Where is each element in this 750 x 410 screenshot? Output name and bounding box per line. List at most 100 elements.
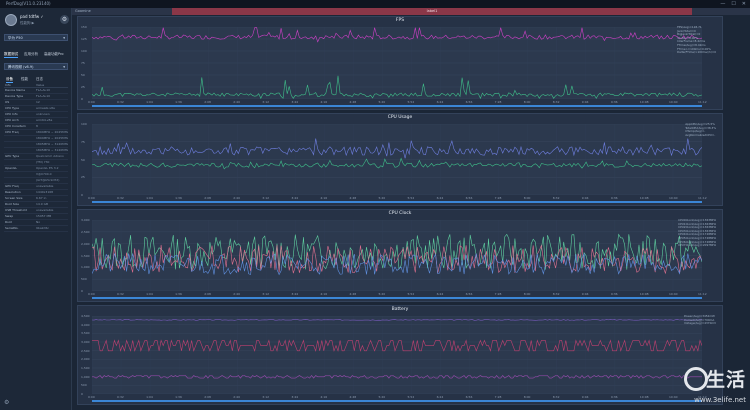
x-tick-label: 10:08 [639,196,649,200]
clock-series-line-b [91,233,703,270]
x-tick-label: 10:40 [668,196,678,200]
y-tick-label: 150 [81,25,87,29]
x-tick-label: 5:52 [407,196,415,200]
x-tick-label: 1:04 [146,292,153,296]
y-tick-label: 500 [81,383,87,388]
x-tick-label: 5:52 [407,292,415,296]
x-tick-label: 6:24 [436,395,444,399]
info-key: Resolution [5,190,21,194]
x-tick-label: 1:36 [175,196,182,200]
plot-area[interactable] [91,219,703,292]
tab-app-analysis[interactable]: 应用分析 [24,52,38,58]
x-tick-label: 2:40 [233,196,240,200]
chart-title: CPU Clock [388,211,412,216]
window-titlebar: PerfDog(V11.0.23140) — ☐ ✕ [0,0,750,8]
x-tick-label: 9:04 [581,196,589,200]
chart-panel-1: CPU Usage 100 75 50 25 0 0:00 0:32 1:04 1:36 2:08 2… [77,113,723,206]
info-value: 1805MHz ~ 3140MHz [36,148,68,152]
x-tick-label: 0:32 [117,196,124,200]
info-value: 8 [36,124,38,128]
info-value: unknown [36,112,50,116]
plot-area[interactable] [91,123,703,196]
timeline-scrollbar[interactable] [92,105,702,107]
x-tick-label: 2:40 [233,292,240,296]
y-tick-label: 0 [81,392,83,396]
x-tick-label: 10:40 [668,395,678,399]
total-cpu-series-line [91,138,703,159]
device-info-table: Info Value Device Name FLA-AL10 Device Typ… [4,83,68,232]
x-tick-label: 1:36 [175,395,182,399]
info-key: CPU Coreitem [5,124,26,128]
voltage-series-line [91,319,703,321]
x-tick-label: 8:00 [523,395,531,399]
x-tick-label: 2:40 [233,395,240,399]
info-value: 6.67 in [36,196,47,200]
gear-icon[interactable]: ⚙ [60,15,69,24]
timeline-bar: Goamine label1 [72,8,750,15]
x-tick-label: 4:48 [349,196,357,200]
info-value: FLA-AL10 [36,94,51,98]
fps-series-line [91,27,703,43]
timeline-scrollbar[interactable] [92,297,702,299]
x-tick-label: 5:20 [378,292,386,296]
tab-data-test[interactable]: 数据测试 [4,52,18,58]
watermark: 生活 www.3elife.net [678,365,748,407]
device-select[interactable]: 华为 P50 ▾ [4,34,68,41]
x-tick-label: 0:32 [117,100,124,104]
x-tick-label: 4:16 [320,100,328,104]
y-tick-label: 500 [81,277,87,282]
info-key [4,172,36,177]
x-tick-label: 1:04 [146,395,153,399]
settings-icon[interactable]: ⚙ [4,399,9,406]
plot-svg [91,219,703,292]
y-tick-label: 1,000 [81,265,90,270]
watermark-logo-icon [684,367,708,391]
x-tick-label: 5:20 [378,196,386,200]
app-select[interactable]: 腾讯视频 (v8.9) ▾ [4,63,68,70]
x-tick-label: 10:40 [668,292,678,296]
x-tick-label: 6:56 [465,395,473,399]
plot-area[interactable] [91,315,703,395]
tab-pro[interactable]: 高级功能Pro [44,52,64,58]
timeline-scrollbar[interactable] [92,201,702,203]
y-tick-label: 4,500 [81,314,90,318]
y-tick-label: 75 [81,139,85,144]
x-tick-label: 2:08 [204,196,211,200]
chart-legend: AppCPU(Avg)=25.5% TotalCPU(Avg)=38.3% CTem… [685,122,716,137]
info-value: 14.9 GB [36,202,49,206]
info-key [4,160,36,165]
info-key: OS [5,100,10,104]
info-key [4,142,36,147]
info-value: FLA-AL10 [36,88,51,92]
plot-area[interactable] [91,26,703,100]
timeline-scrollbar[interactable] [92,400,702,402]
x-tick-label: 10:08 [639,395,649,399]
label-marker[interactable]: label1 [172,8,692,15]
x-tick-label: 0:00 [88,292,95,296]
avatar[interactable] [5,14,17,26]
info-key [4,178,36,183]
x-tick-label: 8:32 [552,292,560,296]
y-tick-label: 1,500 [81,366,90,370]
y-tick-label: 1,000 [81,374,90,379]
x-tick-label: 10:40 [668,100,678,104]
close-button[interactable]: ✕ [742,0,746,8]
user-card[interactable]: pad tdtfw ✓ 性能狗 ▶ ⚙ [5,12,69,30]
y-tick-label: 50 [81,73,85,77]
x-tick-label: 3:44 [291,196,299,200]
x-tick-label: 11:12 [698,100,707,104]
chart-legend: Power(Avg)=3452mW Current(Avg)=790mA Volta… [684,314,716,326]
maximize-button[interactable]: ☐ [731,0,735,8]
legend-entry: CPU7Clock(Avg)=2097MHz [678,243,716,248]
x-tick-label: 4:48 [349,395,357,399]
chart-title: CPU Usage [387,115,413,120]
plot-svg [91,123,703,196]
x-tick-label: 9:04 [581,395,589,399]
info-key [4,148,36,153]
x-tick-label: 6:24 [436,100,444,104]
info-key: CPU Freq [5,130,19,134]
info-value: 12 [36,100,40,104]
minimize-button[interactable]: — [720,0,725,8]
info-value: (GIT@b5c9d7d) [36,178,60,182]
y-tick-label: 125 [81,37,87,41]
